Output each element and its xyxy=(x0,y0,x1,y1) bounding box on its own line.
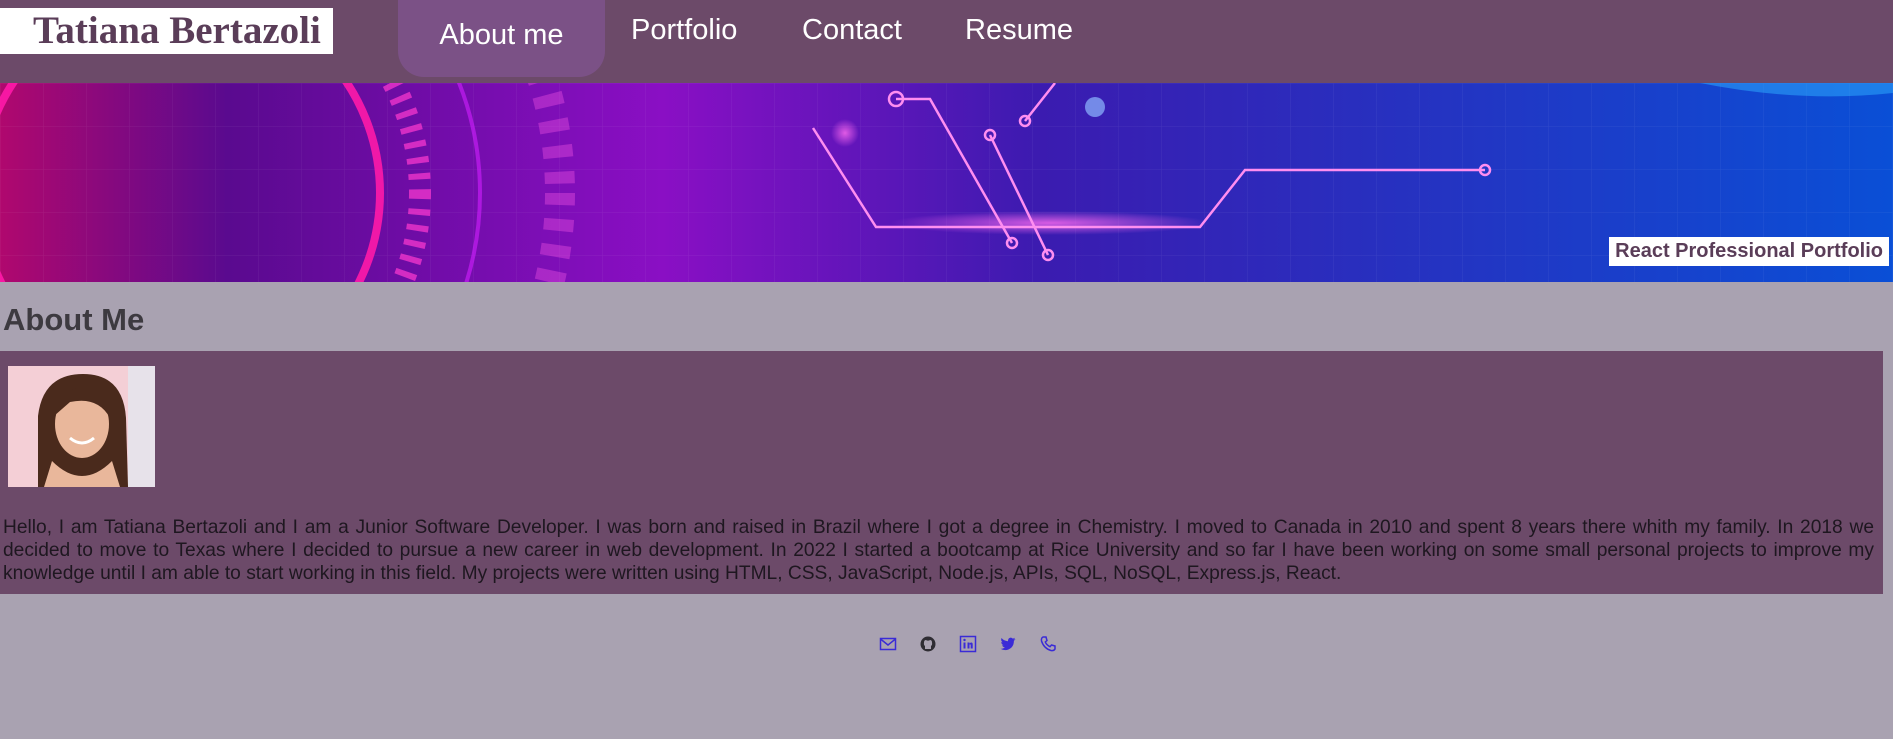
nav-about-me[interactable]: About me xyxy=(398,0,605,77)
nav-contact[interactable]: Contact xyxy=(802,0,902,77)
twitter-icon[interactable] xyxy=(999,635,1017,653)
social-links xyxy=(879,634,1057,654)
navbar: Tatiana Bertazoli About me Portfolio Con… xyxy=(0,0,1893,83)
phone-icon[interactable] xyxy=(1039,635,1057,653)
nav-portfolio[interactable]: Portfolio xyxy=(631,0,737,77)
profile-photo xyxy=(8,366,155,487)
linkedin-icon[interactable] xyxy=(959,635,977,653)
mail-icon[interactable] xyxy=(879,635,897,653)
page-title: About Me xyxy=(3,302,145,337)
brand-logo[interactable]: Tatiana Bertazoli xyxy=(0,8,333,54)
bio-text: Hello, I am Tatiana Bertazoli and I am a… xyxy=(3,517,1874,584)
about-section: Hello, I am Tatiana Bertazoli and I am a… xyxy=(0,351,1883,594)
nav-resume[interactable]: Resume xyxy=(965,0,1073,77)
github-icon[interactable] xyxy=(919,635,937,653)
hero-banner: React Professional Portfolio xyxy=(0,83,1893,282)
banner-label: React Professional Portfolio xyxy=(1609,237,1889,266)
